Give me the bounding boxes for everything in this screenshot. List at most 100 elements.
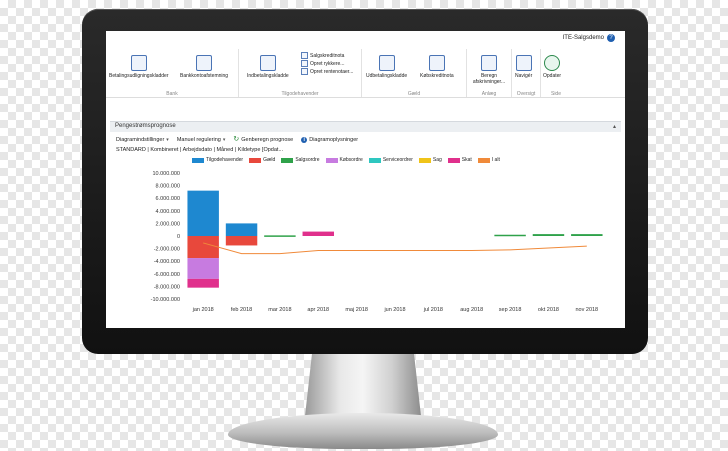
- legend-swatch: [281, 157, 294, 163]
- legend-swatch: [477, 157, 490, 163]
- document-icon: [301, 52, 308, 59]
- info-icon: i: [301, 136, 308, 143]
- ribbon-group-label: Anlæg: [481, 91, 497, 97]
- x-tick-label: maj 2018: [345, 307, 368, 313]
- ribbon-group-oversigt: Navigér Oversigt: [512, 49, 541, 97]
- chart-legend: Tilgodehavender Gæld Salgsordre Købsordre Se…: [192, 157, 500, 163]
- y-tick-label: -10.000.000: [151, 297, 180, 303]
- indbetaling-button[interactable]: Indbetalingskladde: [247, 55, 289, 79]
- refresh-button[interactable]: Opdater: [543, 55, 561, 79]
- legend-label: I alt: [491, 157, 500, 163]
- chevron-down-icon: ▾: [222, 136, 226, 143]
- company-label: ITE-Salgsdemo: [562, 35, 604, 41]
- chart-info-button[interactable]: i Diagramoplysninger: [301, 136, 358, 143]
- diagram-settings-menu[interactable]: Diagramindstillinger ▾: [116, 137, 169, 143]
- legend-item[interactable]: Serviceordrer: [368, 157, 413, 163]
- x-tick-label: mar 2018: [268, 307, 291, 313]
- bar-segment: [187, 236, 219, 259]
- legend-label: Købsordre: [339, 157, 363, 163]
- y-tick-label: 4.000.000: [156, 209, 180, 215]
- y-tick-label: 0: [177, 234, 180, 240]
- legend-item[interactable]: Gæld: [249, 157, 275, 163]
- help-icon[interactable]: ?: [607, 34, 615, 42]
- legend-item[interactable]: Skat: [447, 157, 472, 163]
- udbetaling-button[interactable]: Udbetalingskladde: [366, 55, 407, 79]
- y-tick-label: -8.000.000: [154, 284, 180, 290]
- rentenota-button[interactable]: Opret rentenotaer...: [301, 68, 353, 75]
- legend-swatch: [447, 157, 460, 163]
- monitor-frame: ITE-Salgsdemo ? Betalingsudligningskladd…: [82, 9, 648, 354]
- legend-label: Gæld: [263, 157, 276, 163]
- beregn-button[interactable]: Beregn afskrivninger...: [469, 55, 509, 85]
- y-tick-label: -6.000.000: [154, 272, 180, 278]
- journal-icon: [130, 55, 147, 71]
- cashflow-chart: 10.000.000 8.000.000 6.000.000 4.000.000 2.0…: [151, 171, 603, 313]
- bar-segment: [187, 190, 219, 236]
- legend-item[interactable]: I alt: [477, 157, 500, 163]
- manual-adjustment-menu[interactable]: Manuel regulering ▾: [177, 137, 226, 143]
- ribbon-group-anlaeg: Beregn afskrivninger... Anlæg: [467, 49, 512, 97]
- legend-item[interactable]: Købsordre: [325, 157, 363, 163]
- y-tick-label: 6.000.000: [156, 196, 180, 202]
- legend-item[interactable]: Salgsordre: [281, 157, 320, 163]
- bar-segment: [187, 278, 219, 288]
- ribbon-group-label: Side: [550, 91, 561, 97]
- bankkonto-button[interactable]: Bankkontoafstemning: [180, 55, 228, 79]
- salgskreditnota-button[interactable]: Salgskreditnota: [301, 52, 344, 59]
- refresh-icon: ↻: [233, 136, 240, 143]
- legend-swatch: [368, 157, 381, 163]
- betalingsudligning-button[interactable]: Betalingsudligningskladder: [109, 55, 169, 79]
- bar-segment: [532, 234, 565, 236]
- bar-segment: [225, 236, 258, 246]
- ribbon-group-label: Tilgodehavender: [281, 91, 319, 97]
- ribbon-group-label: Oversigt: [516, 91, 536, 97]
- bar-segment: [225, 223, 258, 236]
- legend-label: Serviceordrer: [382, 157, 413, 163]
- legend-swatch: [418, 157, 431, 163]
- monitor-stand-neck: [305, 354, 421, 416]
- document-icon: [301, 68, 308, 75]
- legend-item[interactable]: Sag: [418, 157, 442, 163]
- part-header[interactable]: Pengestrømsprognose ▴: [110, 121, 621, 132]
- reconcile-icon: [196, 55, 213, 71]
- rykker-button[interactable]: Opret rykkere...: [301, 60, 344, 67]
- ribbon-group-gaeld: Udbetalingskladde Købskreditnota Gæld: [362, 49, 467, 97]
- app-header: ITE-Salgsdemo ?: [106, 31, 625, 49]
- total-line: [203, 242, 587, 255]
- bar-segment: [494, 234, 526, 237]
- legend-swatch: [249, 157, 262, 163]
- ribbon-group-side: Opdater Side: [541, 49, 571, 97]
- y-tick-label: 8.000.000: [156, 184, 180, 190]
- x-tick-label: apr 2018: [307, 307, 329, 313]
- x-tick-label: okt 2018: [538, 307, 559, 313]
- y-tick-label: -4.000.000: [154, 259, 180, 265]
- navigate-icon: [515, 55, 532, 71]
- legend-label: Tilgodehavender: [206, 157, 244, 163]
- calculate-icon: [481, 55, 497, 71]
- bar-segment: [302, 231, 335, 236]
- chevron-down-icon: ▾: [166, 136, 169, 143]
- recalculate-button[interactable]: ↻ Genberegn prognose: [233, 136, 293, 143]
- x-tick-label: sep 2018: [499, 307, 522, 313]
- navigate-button[interactable]: Navigér: [515, 55, 532, 79]
- company-name[interactable]: ITE-Salgsdemo ?: [563, 34, 615, 42]
- bar-segment: [187, 258, 219, 279]
- incoming-payment-icon: [259, 55, 276, 71]
- app-window: ITE-Salgsdemo ? Betalingsudligningskladd…: [106, 31, 625, 328]
- bar-segment: [571, 234, 603, 236]
- outgoing-payment-icon: [378, 55, 395, 71]
- y-tick-label: 2.000.000: [156, 221, 180, 227]
- legend-item[interactable]: Tilgodehavender: [192, 157, 243, 163]
- ribbon-group-tilgodehavender: Indbetalingskladde Salgskreditnota Opret…: [239, 49, 362, 97]
- collapse-icon[interactable]: ▴: [613, 123, 616, 130]
- x-tick-label: nov 2018: [575, 307, 598, 313]
- legend-label: Sag: [432, 157, 442, 163]
- legend-swatch: [325, 157, 338, 163]
- x-tick-label: jan 2018: [192, 307, 214, 313]
- bar-segment: [264, 235, 296, 237]
- kobskreditnota-button[interactable]: Købskreditnota: [420, 55, 454, 79]
- chart-toolbar: Diagramindstillinger ▾ Manuel regulering…: [116, 135, 358, 144]
- part-title: Pengestrømsprognose: [115, 123, 176, 129]
- x-tick-label: jun 2018: [383, 307, 405, 313]
- ribbon-group-label: Gæld: [407, 91, 421, 97]
